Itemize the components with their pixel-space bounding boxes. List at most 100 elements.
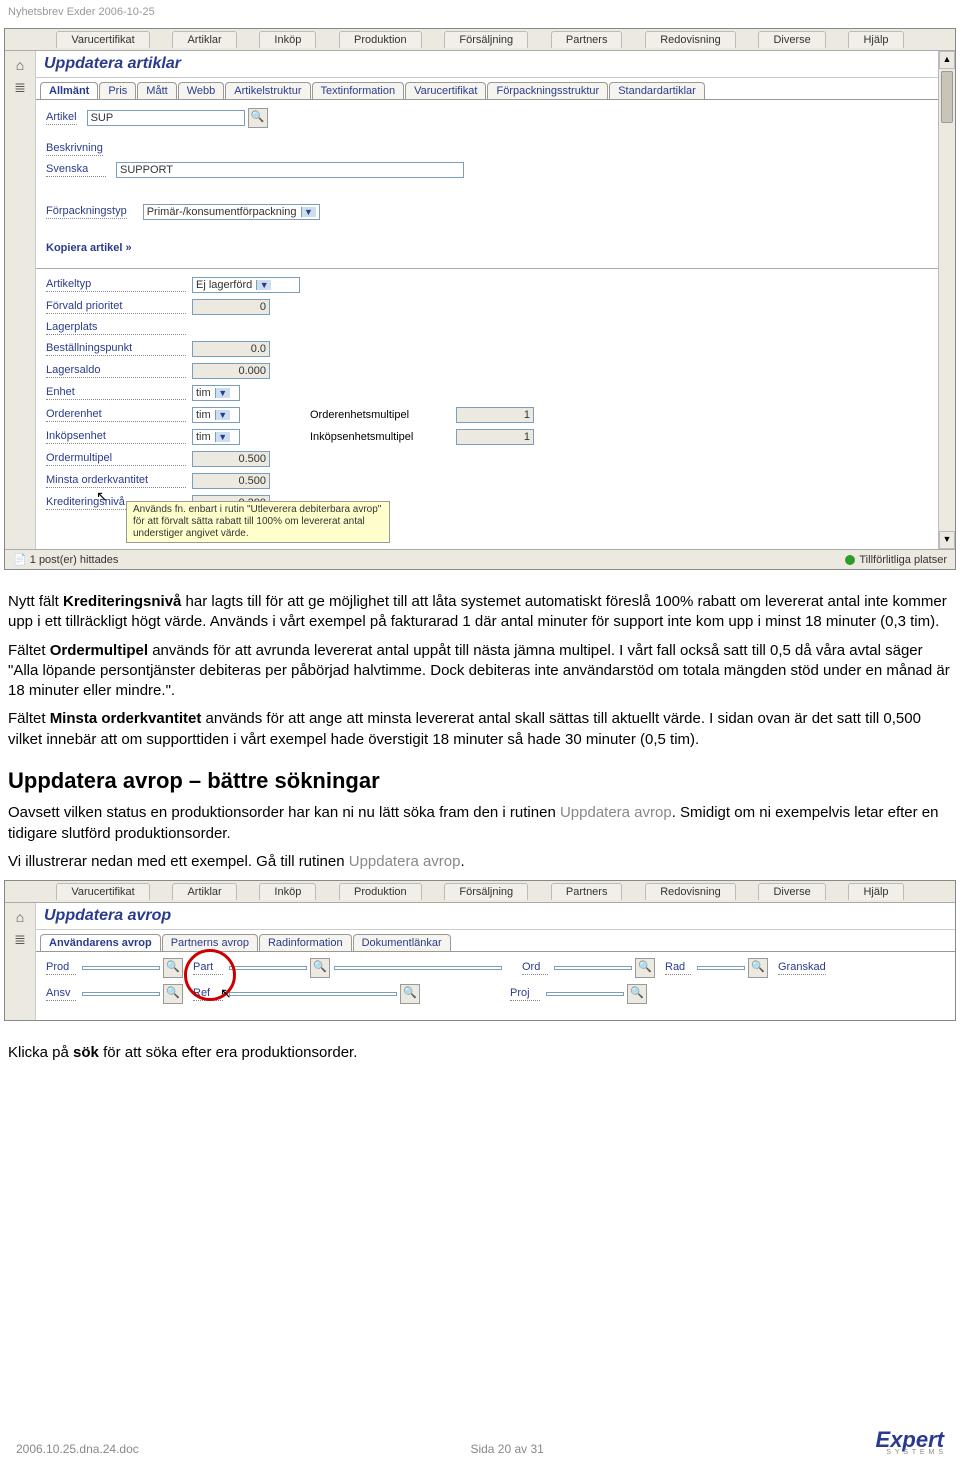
select-artikeltyp[interactable]: Ej lagerförd ▼ [192, 277, 300, 293]
home-icon[interactable]: ⌂ [5, 57, 35, 73]
menu-hjalp[interactable]: Hjälp [848, 31, 903, 48]
tab-partnerns-avrop[interactable]: Partnerns avrop [162, 934, 258, 951]
select-inkopsenhet[interactable]: tim ▼ [192, 429, 240, 445]
statusbar: 📄 1 post(er) hittades Tillförlitliga pla… [5, 549, 955, 569]
tab-standardartiklar[interactable]: Standardartiklar [609, 82, 705, 99]
input-artikel[interactable]: SUP [87, 110, 245, 126]
select-enhet-value: tim [196, 387, 211, 399]
input-ordermultipel[interactable]: 0.500 [192, 451, 270, 467]
input-orderenhetsmultipel[interactable]: 1 [456, 407, 534, 423]
input-bestallningspunkt[interactable]: 0.0 [192, 341, 270, 357]
input-inkopsenhetsmultipel[interactable]: 1 [456, 429, 534, 445]
search-part-button[interactable]: 🔍 [310, 958, 330, 978]
tab-pris[interactable]: Pris [99, 82, 136, 99]
scroll-thumb[interactable] [941, 71, 953, 123]
vertical-scrollbar[interactable]: ▲ ▼ [938, 51, 955, 549]
menu-forsaljning[interactable]: Försäljning [444, 883, 528, 900]
search-proj-button[interactable]: 🔍 [627, 984, 647, 1004]
input-lagersaldo[interactable]: 0.000 [192, 363, 270, 379]
tab-anvandarens-avrop[interactable]: Användarens avrop [40, 934, 161, 951]
tab-textinformation[interactable]: Textinformation [312, 82, 405, 99]
menu-produktion[interactable]: Produktion [339, 31, 422, 48]
footer-page-number: Sida 20 av 31 [470, 1442, 543, 1456]
select-forpackningstyp[interactable]: Primär-/konsumentförpackning ▼ [143, 204, 320, 220]
home-icon[interactable]: ⌂ [5, 909, 35, 925]
tab-matt[interactable]: Mått [137, 82, 176, 99]
menu-artiklar[interactable]: Artiklar [172, 31, 236, 48]
label-granskad: Granskad [778, 961, 826, 975]
tab-dokumentlankar[interactable]: Dokumentlänkar [353, 934, 451, 951]
list-icon[interactable]: ≣ [5, 79, 35, 96]
menu-diverse[interactable]: Diverse [758, 31, 825, 48]
article-body: Nytt fält Krediteringsnivå har lagts til… [0, 580, 960, 872]
app-menubar: Varucertifikat Artiklar Inköp Produktion… [5, 29, 955, 51]
menu-inkop[interactable]: Inköp [259, 31, 316, 48]
menu-varucertifikat[interactable]: Varucertifikat [56, 883, 149, 900]
label-orderenhet: Orderenhet [46, 408, 186, 422]
page-footer: 2006.10.25.dna.24.doc Sida 20 av 31 Expe… [0, 1427, 960, 1456]
copy-article-link[interactable]: Kopiera artikel » [46, 236, 928, 260]
label-rad: Rad [665, 961, 691, 975]
label-part: Part [193, 961, 223, 975]
dropdown-arrow-icon: ▼ [215, 432, 230, 442]
input-ansv[interactable] [82, 992, 160, 996]
label-forvald-prioritet: Förvald prioritet [46, 300, 186, 314]
label-prod: Prod [46, 961, 76, 975]
screenshot-uppdatera-artiklar: Varucertifikat Artiklar Inköp Produktion… [4, 28, 956, 570]
menu-redovisning[interactable]: Redovisning [645, 31, 736, 48]
status-left: 📄 1 post(er) hittades [13, 553, 118, 566]
input-svenska[interactable]: SUPPORT [116, 162, 464, 178]
label-inkopsenhet: Inköpsenhet [46, 430, 186, 444]
label-ansv: Ansv [46, 987, 76, 1001]
scroll-down-icon[interactable]: ▼ [939, 531, 955, 549]
label-beskrivning: Beskrivning [46, 142, 103, 156]
menu-diverse[interactable]: Diverse [758, 883, 825, 900]
menu-partners[interactable]: Partners [551, 883, 623, 900]
select-orderenhet-value: tim [196, 409, 211, 421]
input-forvald-prioritet[interactable]: 0 [192, 299, 270, 315]
search-prod-button[interactable]: 🔍 [163, 958, 183, 978]
input-part[interactable] [229, 966, 307, 970]
search-ref-button[interactable]: 🔍 [400, 984, 420, 1004]
tab-artikelstruktur[interactable]: Artikelstruktur [225, 82, 310, 99]
search-artikel-button[interactable]: 🔍 [248, 108, 268, 128]
menu-produktion[interactable]: Produktion [339, 883, 422, 900]
input-proj[interactable] [546, 992, 624, 996]
status-right: Tillförlitliga platser [845, 553, 947, 566]
menu-partners[interactable]: Partners [551, 31, 623, 48]
tab-varucertifikat[interactable]: Varucertifikat [405, 82, 486, 99]
page-title-2: Uppdatera avrop [36, 903, 955, 930]
scroll-up-icon[interactable]: ▲ [939, 51, 955, 69]
search-ansv-button[interactable]: 🔍 [163, 984, 183, 1004]
search-rad-button[interactable]: 🔍 [748, 958, 768, 978]
tab-radinformation[interactable]: Radinformation [259, 934, 352, 951]
input-minsta-orderkvantitet[interactable]: 0.500 [192, 473, 270, 489]
input-rad[interactable] [697, 966, 745, 970]
input-prod[interactable] [82, 966, 160, 970]
dropdown-arrow-icon: ▼ [301, 207, 316, 217]
select-orderenhet[interactable]: tim ▼ [192, 407, 240, 423]
footer-filename: 2006.10.25.dna.24.doc [16, 1442, 139, 1456]
select-enhet[interactable]: tim ▼ [192, 385, 240, 401]
menu-hjalp[interactable]: Hjälp [848, 883, 903, 900]
article-body-2: Klicka på sök för att söka efter era pro… [0, 1031, 960, 1063]
menu-artiklar[interactable]: Artiklar [172, 883, 236, 900]
cursor-icon: ↖ [220, 985, 232, 1002]
input-ord[interactable] [554, 966, 632, 970]
tabstrip-2: Användarens avrop Partnerns avrop Radinf… [36, 930, 955, 952]
tooltip-krediteringsniva: Används fn. enbart i rutin "Utleverera d… [126, 501, 390, 543]
list-icon[interactable]: ≣ [5, 931, 35, 948]
input-ref[interactable] [229, 992, 397, 996]
menu-inkop[interactable]: Inköp [259, 883, 316, 900]
search-ord-button[interactable]: 🔍 [635, 958, 655, 978]
menu-redovisning[interactable]: Redovisning [645, 883, 736, 900]
label-forpackningstyp: Förpackningstyp [46, 205, 127, 219]
label-inkopsenhetsmultipel: Inköpsenhetsmultipel [310, 431, 450, 444]
tab-webb[interactable]: Webb [178, 82, 225, 99]
label-ref: Ref [193, 987, 223, 1001]
menu-varucertifikat[interactable]: Varucertifikat [56, 31, 149, 48]
menu-forsaljning[interactable]: Försäljning [444, 31, 528, 48]
input-part-name[interactable] [334, 966, 502, 970]
tab-allmant[interactable]: Allmänt [40, 82, 98, 99]
tab-forpackningsstruktur[interactable]: Förpackningsstruktur [487, 82, 608, 99]
